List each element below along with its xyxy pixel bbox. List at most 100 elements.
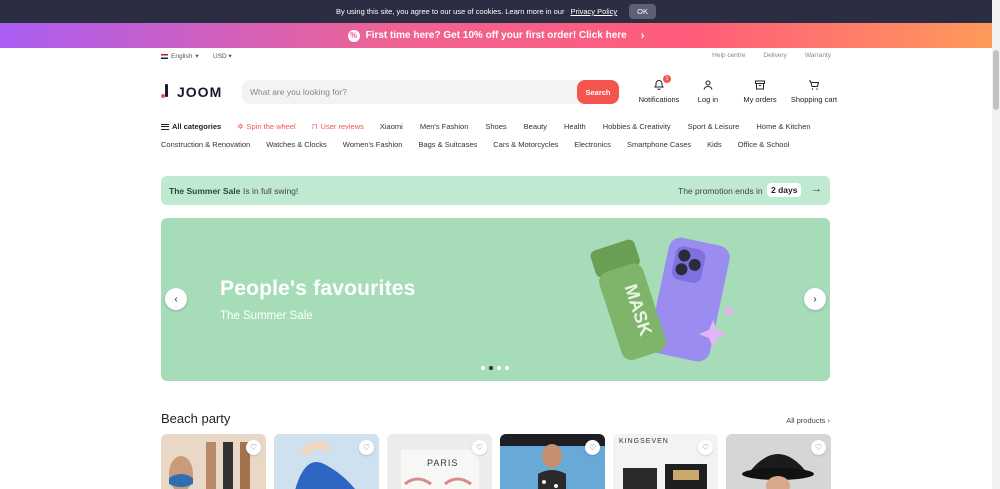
heart-icon[interactable]: ♡ (585, 440, 600, 455)
sale-title: The Summer Sale (169, 186, 241, 196)
spin-the-wheel-link[interactable]: ✲ Spin the wheel (237, 122, 296, 131)
category-health[interactable]: Health (564, 122, 586, 131)
product-card[interactable]: PARIS ♡ (387, 434, 492, 489)
bag-icon: ⊓ (311, 122, 318, 131)
chevron-down-icon: ▾ (195, 53, 199, 60)
category-kids[interactable]: Kids (707, 140, 722, 149)
category-xiaomi[interactable]: Xiaomi (380, 122, 403, 131)
all-categories-button[interactable]: All categories (161, 122, 221, 131)
logo-text: JOOM (177, 84, 223, 100)
heart-icon[interactable]: ♡ (472, 440, 487, 455)
my-orders-button[interactable]: My orders (736, 79, 784, 104)
user-reviews-link[interactable]: ⊓ User reviews (312, 122, 364, 131)
hamburger-menu-icon (161, 123, 169, 130)
category-sport-leisure[interactable]: Sport & Leisure (688, 122, 740, 131)
category-home-kitchen[interactable]: Home & Kitchen (756, 122, 810, 131)
category-nav-row-1: All categories ✲ Spin the wheel ⊓ User r… (161, 122, 811, 131)
heart-icon[interactable]: ♡ (246, 440, 261, 455)
scrollbar-thumb[interactable] (993, 50, 999, 110)
chevron-left-icon: ‹ (174, 293, 178, 305)
category-mens-fashion[interactable]: Men's Fashion (420, 122, 469, 131)
carousel-prev-button[interactable]: ‹ (165, 288, 187, 310)
carousel-dot-active[interactable] (489, 366, 493, 370)
language-selector[interactable]: English ▾ (161, 52, 199, 60)
hero-product-illustration: MASK (590, 237, 736, 362)
top-utility-bar: English ▾ USD ▾ Help centre Delivery War… (161, 52, 831, 64)
uk-flag-icon (161, 53, 168, 59)
carousel-next-button[interactable]: › (804, 288, 826, 310)
search-input[interactable] (250, 84, 570, 100)
carousel-dot[interactable] (505, 366, 509, 370)
arrow-right-icon: → (811, 183, 822, 195)
currency-selector[interactable]: USD ▾ (213, 52, 232, 60)
chevron-down-icon: ▾ (228, 53, 232, 60)
language-label: English (171, 52, 193, 60)
carousel-dot[interactable] (497, 366, 501, 370)
heart-icon[interactable]: ♡ (698, 440, 713, 455)
notifications-label: Notifications (638, 95, 680, 104)
wheel-icon: ✲ (237, 122, 244, 131)
cart-icon (809, 80, 820, 90)
promotion-countdown: 2 days (767, 183, 802, 197)
user-icon (703, 80, 713, 90)
spin-the-wheel-label: Spin the wheel (246, 122, 296, 131)
chevron-right-icon: › (640, 29, 645, 42)
hero-title: People's favourites (220, 277, 416, 300)
carousel-dot[interactable] (481, 366, 485, 370)
product-card[interactable]: KINGSEVEN ♡ (613, 434, 718, 489)
category-office-school[interactable]: Office & School (738, 140, 790, 149)
box-icon (755, 80, 765, 90)
delivery-link[interactable]: Delivery (763, 52, 786, 59)
page-scrollbar[interactable] (992, 0, 1000, 489)
percent-icon: % (347, 29, 360, 42)
notification-count-badge: 1 (663, 75, 671, 83)
cookie-bar: By using this site, you agree to our use… (0, 0, 992, 23)
search-bar: Search (242, 80, 619, 104)
help-centre-link[interactable]: Help centre (712, 52, 745, 59)
product-brand: KINGSEVEN (619, 438, 669, 445)
all-categories-label: All categories (172, 122, 222, 131)
category-watches-clocks[interactable]: Watches & Clocks (266, 140, 327, 149)
summer-sale-banner[interactable]: The Summer Sale Is in full swing! The pr… (161, 176, 830, 205)
category-shoes[interactable]: Shoes (485, 122, 506, 131)
notifications-button[interactable]: 1 Notifications (636, 75, 682, 104)
category-electronics[interactable]: Electronics (574, 140, 611, 149)
promo-text: First time here? Get 10% off your first … (365, 30, 627, 41)
cookie-ok-button[interactable]: OK (629, 4, 656, 19)
utility-links: Help centre Delivery Warranty (712, 52, 831, 59)
product-card[interactable]: ♡ (726, 434, 831, 489)
promotion-ends-label: The promotion ends in (678, 186, 763, 196)
product-card[interactable]: ♡ (500, 434, 605, 489)
product-row: ♡ ♡ PARIS ♡ ♡ KINGSEVEN ♡ ♡ (161, 434, 831, 489)
category-bags-suitcases[interactable]: Bags & Suitcases (418, 140, 477, 149)
category-nav-row-2: Construction & Renovation Watches & Cloc… (161, 140, 789, 149)
category-construction-renovation[interactable]: Construction & Renovation (161, 140, 250, 149)
joom-logo[interactable]: JOOM (161, 84, 222, 100)
product-caption: PARIS (427, 458, 459, 468)
chevron-right-icon: › (813, 293, 817, 305)
category-womens-fashion[interactable]: Women's Fashion (343, 140, 403, 149)
category-smartphone-cases[interactable]: Smartphone Cases (627, 140, 691, 149)
search-button[interactable]: Search (577, 80, 619, 104)
login-button[interactable]: Log in (684, 79, 732, 104)
heart-icon[interactable]: ♡ (811, 440, 826, 455)
category-hobbies-creativity[interactable]: Hobbies & Creativity (603, 122, 671, 131)
joom-logo-mark (161, 84, 171, 100)
product-card[interactable]: ♡ (274, 434, 379, 489)
warranty-link[interactable]: Warranty (805, 52, 831, 59)
category-cars-motorcycles[interactable]: Cars & Motorcycles (493, 140, 558, 149)
first-order-promo-bar[interactable]: % First time here? Get 10% off your firs… (0, 23, 992, 48)
privacy-policy-link[interactable]: Privacy Policy (570, 7, 617, 16)
hero-subtitle: The Summer Sale (220, 310, 313, 322)
product-card[interactable]: ♡ (161, 434, 266, 489)
category-beauty[interactable]: Beauty (524, 122, 547, 131)
section-title: Beach party (161, 411, 231, 426)
shopping-cart-label: Shopping cart (790, 95, 838, 104)
sale-subtitle: Is in full swing! (243, 186, 299, 196)
heart-icon[interactable]: ♡ (359, 440, 374, 455)
all-products-link[interactable]: All products › (786, 416, 830, 425)
currency-label: USD (213, 53, 227, 60)
shopping-cart-button[interactable]: Shopping cart (786, 79, 842, 104)
carousel-dots (481, 366, 509, 370)
hero-carousel[interactable]: People's favourites The Summer Sale ‹ › … (161, 218, 830, 381)
